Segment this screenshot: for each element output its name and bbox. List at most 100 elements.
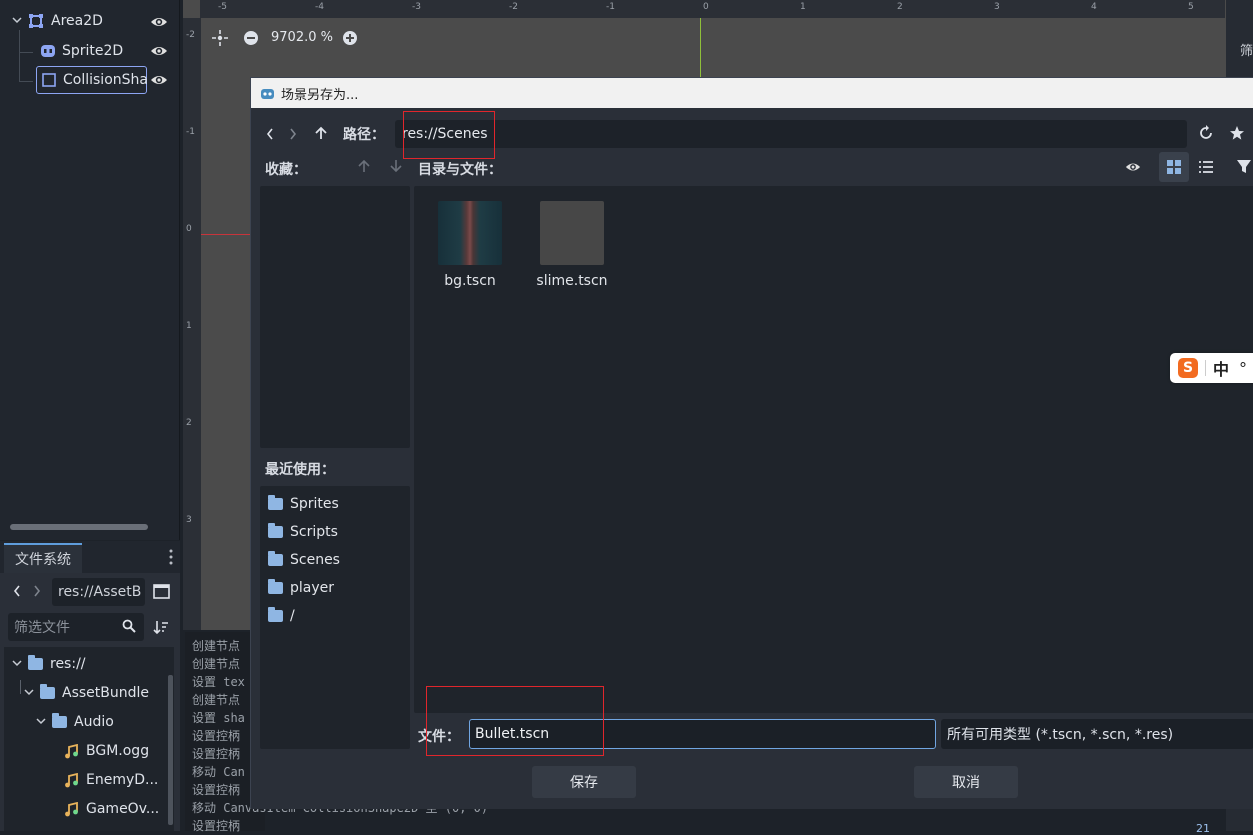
file-tile-slime[interactable]: slime.tscn	[532, 201, 612, 289]
sort-icon[interactable]	[153, 619, 169, 639]
fs-tree-item[interactable]: BGM.ogg	[64, 737, 149, 765]
ruler-tick: 2	[186, 418, 192, 428]
fs-item-label: AssetBundle	[62, 685, 150, 701]
zoom-level[interactable]: 9702.0 %	[271, 30, 333, 45]
tree-node-collisionshape[interactable]: CollisionSha	[36, 66, 148, 94]
more-options-icon[interactable]	[168, 548, 174, 566]
x-axis-line	[201, 234, 251, 235]
recent-item[interactable]: Scripts	[268, 521, 338, 543]
ruler-tick: 0	[703, 2, 709, 12]
visibility-eye-icon[interactable]	[150, 13, 168, 31]
recent-item[interactable]: player	[268, 577, 334, 599]
filename-input[interactable]: Bullet.tscn	[469, 719, 936, 749]
files-area: bg.tscn slime.tscn	[414, 186, 1253, 713]
chevron-down-icon[interactable]	[24, 685, 34, 701]
back-arrow-icon[interactable]	[265, 127, 275, 145]
area2d-icon	[28, 13, 44, 29]
godot-icon	[260, 86, 275, 101]
recent-item[interactable]: Sprites	[268, 493, 339, 515]
ime-mode[interactable]: 中	[1213, 356, 1229, 380]
path-input[interactable]: res://Scenes	[395, 120, 1187, 148]
ime-toolbar[interactable]: S 中 °	[1170, 353, 1253, 383]
visibility-eye-icon[interactable]	[150, 42, 168, 60]
fs-scrollbar[interactable]	[168, 675, 173, 825]
cancel-button[interactable]: 取消	[914, 766, 1018, 798]
zoom-in-icon[interactable]	[342, 30, 358, 50]
file-type-select[interactable]: 所有可用类型 (*.tscn, *.scn, *.res)	[941, 719, 1253, 749]
center-view-icon[interactable]	[212, 30, 228, 50]
fs-tree-item[interactable]: Audio	[36, 708, 114, 736]
favorite-star-icon[interactable]	[1229, 125, 1245, 145]
ruler-tick: -1	[606, 2, 615, 12]
tree-guide-line	[19, 30, 20, 82]
grid-view-button[interactable]	[1159, 152, 1189, 182]
collisionshape-icon	[41, 72, 57, 88]
filter-icon[interactable]	[1236, 159, 1252, 179]
folder-icon	[268, 607, 283, 622]
fs-tree-item[interactable]: res://	[12, 650, 86, 678]
fs-item-label: Audio	[74, 714, 114, 730]
forward-arrow-icon[interactable]	[32, 584, 42, 602]
ruler-tick: 3	[994, 2, 1000, 12]
tree-node-sprite2d[interactable]: Sprite2D	[40, 38, 123, 64]
recent-item[interactable]: Scenes	[268, 549, 340, 571]
log-line: 设置控柄	[192, 783, 241, 797]
dialog-titlebar[interactable]: 场景另存为...	[251, 78, 1253, 108]
forward-arrow-icon[interactable]	[288, 127, 298, 145]
file-tile-bg[interactable]: bg.tscn	[430, 201, 510, 289]
sogou-logo-icon: S	[1178, 358, 1198, 378]
dirs-files-label: 目录与文件：	[418, 162, 502, 178]
scene-thumbnail	[540, 201, 604, 265]
fs-tree-item[interactable]: GameOv...	[64, 795, 159, 823]
tab-filesystem[interactable]: 文件系统	[4, 543, 82, 573]
recent-item-label: /	[290, 608, 295, 624]
fs-tree-item[interactable]: AssetBundle	[24, 679, 149, 707]
fs-path-field[interactable]: res://AssetB	[52, 578, 145, 606]
filename-value: Bullet.tscn	[475, 726, 550, 742]
chevron-down-icon[interactable]	[12, 656, 22, 672]
node-label: Sprite2D	[62, 43, 124, 59]
audio-file-icon	[64, 801, 79, 817]
zoom-out-icon[interactable]	[243, 30, 259, 50]
node-label: CollisionSha	[63, 72, 148, 88]
path-label: 路径：	[343, 127, 385, 143]
tree-scrollbar[interactable]	[10, 524, 148, 530]
go-up-icon[interactable]	[314, 126, 328, 144]
ruler-tick: 4	[1091, 2, 1097, 12]
recent-item-label: Scripts	[290, 524, 338, 540]
tree-guide-line	[19, 81, 33, 82]
log-line: 设置控柄	[192, 819, 241, 833]
ime-punctuation[interactable]: °	[1239, 359, 1247, 378]
ruler-tick: 0	[186, 224, 192, 234]
ruler-tick: -2	[186, 30, 195, 40]
folder-icon	[28, 655, 43, 670]
chevron-down-icon[interactable]	[12, 13, 22, 29]
ruler-tick: 5	[1188, 2, 1194, 12]
scene-thumbnail	[438, 201, 502, 265]
show-hidden-eye-icon[interactable]	[1125, 159, 1141, 179]
recent-item-label: player	[290, 580, 335, 596]
fs-tree-item[interactable]: EnemyD...	[64, 766, 158, 794]
fs-item-label: GameOv...	[86, 801, 160, 817]
folder-icon	[268, 551, 283, 566]
move-down-icon[interactable]	[389, 159, 403, 177]
log-line: 设置 sha	[192, 711, 245, 725]
move-up-icon[interactable]	[357, 159, 371, 177]
recent-item[interactable]: /	[268, 605, 295, 627]
list-view-icon[interactable]	[1199, 160, 1213, 178]
audio-file-icon	[64, 772, 79, 788]
dialog-title: 场景另存为...	[281, 87, 359, 103]
back-arrow-icon[interactable]	[12, 584, 22, 602]
refresh-icon[interactable]	[1198, 125, 1214, 145]
recent-label: 最近使用：	[265, 462, 335, 478]
ruler-tick: -5	[218, 2, 227, 12]
tree-node-area2d[interactable]: Area2D	[12, 8, 103, 34]
recent-item-label: Scenes	[290, 552, 340, 568]
tree-guide-line	[20, 680, 21, 694]
split-view-icon[interactable]	[153, 584, 170, 603]
visibility-eye-icon[interactable]	[150, 71, 168, 89]
node-label: Area2D	[51, 13, 103, 29]
panel-value: 21	[1196, 822, 1210, 835]
save-button[interactable]: 保存	[532, 766, 636, 798]
chevron-down-icon[interactable]	[36, 714, 46, 730]
